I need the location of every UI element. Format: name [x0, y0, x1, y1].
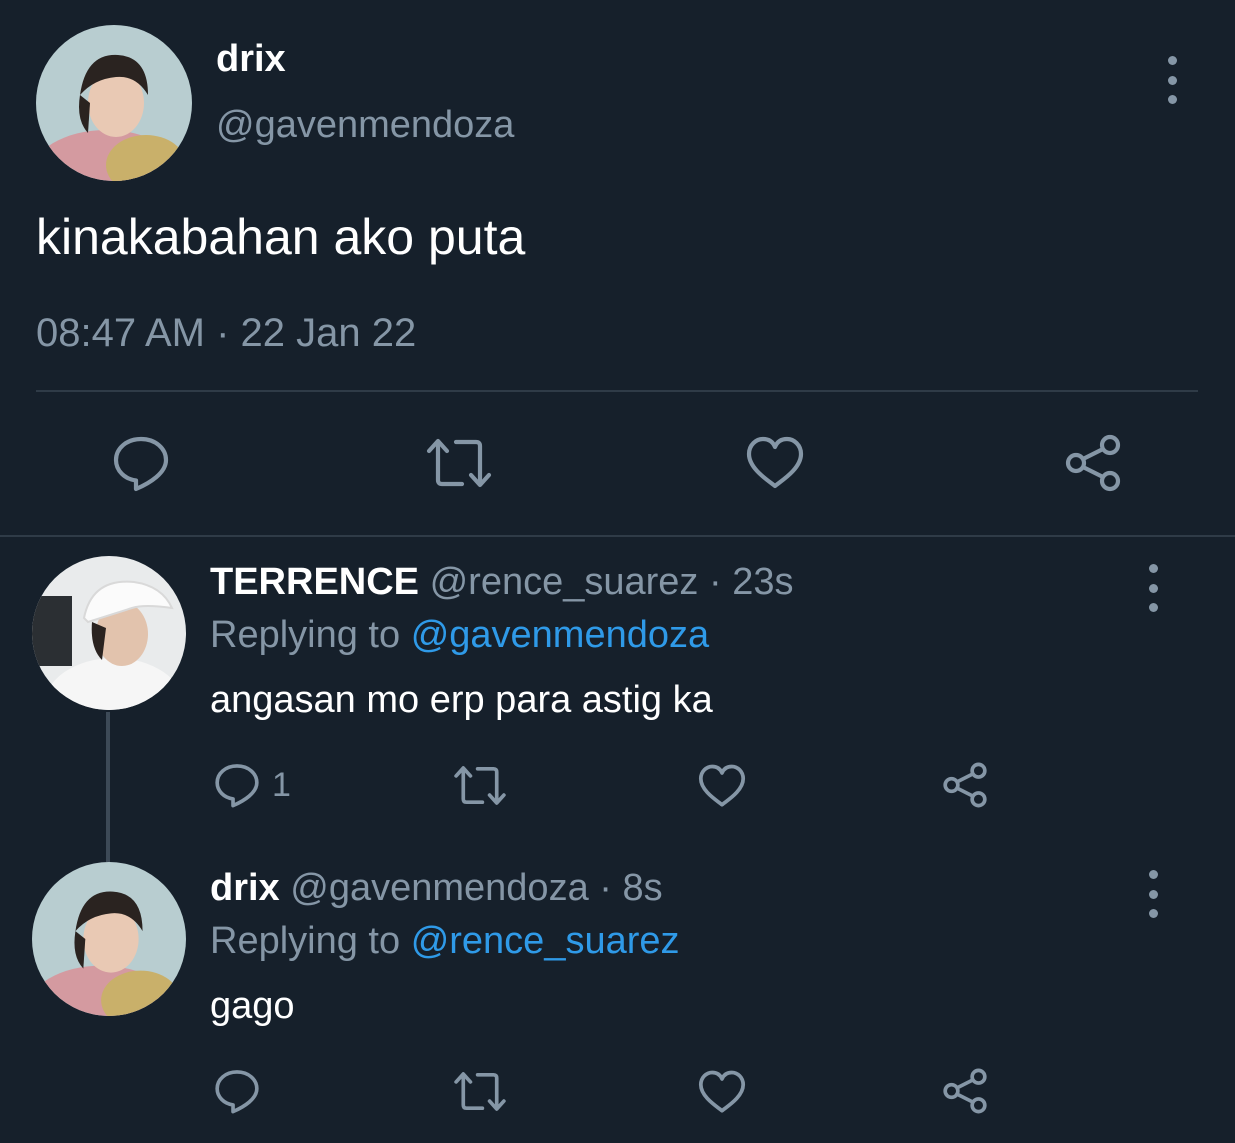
separator: · — [599, 867, 612, 909]
reply-icon[interactable] — [214, 762, 260, 808]
reply-time[interactable]: 23s — [732, 561, 793, 603]
thread-connector — [106, 712, 110, 862]
main-display-name[interactable]: drix — [216, 38, 286, 81]
reply-text: gago — [210, 985, 295, 1027]
separator: · — [708, 561, 722, 603]
share-icon[interactable] — [1064, 434, 1122, 492]
avatar-photo — [32, 862, 186, 1016]
replying-to: Replying to @rence_suarez — [210, 920, 680, 963]
reply-username[interactable]: @rence_suarez — [430, 561, 699, 603]
retweet-icon[interactable] — [424, 436, 494, 490]
reply-display-name[interactable]: drix — [210, 867, 280, 909]
avatar-photo — [36, 25, 192, 181]
reply-icon[interactable] — [214, 1068, 260, 1114]
mention-link[interactable]: @rence_suarez — [411, 920, 680, 962]
reply-header: drix @gavenmendoza · 8s — [210, 867, 663, 910]
reply-avatar[interactable] — [32, 556, 186, 710]
reply-icon[interactable] — [112, 434, 170, 492]
tweet-text: kinakabahan ako puta — [36, 209, 526, 265]
share-icon[interactable] — [942, 1068, 988, 1114]
like-icon[interactable] — [746, 436, 804, 490]
reply-avatar[interactable] — [32, 862, 186, 1016]
replying-to: Replying to @gavenmendoza — [210, 614, 709, 657]
tweet-timestamp: 08:47 AM · 22 Jan 22 — [36, 311, 417, 355]
retweet-icon[interactable] — [452, 764, 508, 807]
replying-prefix: Replying to — [210, 920, 401, 962]
more-options-icon[interactable] — [1143, 870, 1163, 918]
reply-count: 1 — [272, 766, 291, 804]
like-icon[interactable] — [698, 764, 746, 808]
reply-text: angasan mo erp para astig ka — [210, 679, 713, 721]
more-options-icon[interactable] — [1162, 56, 1182, 104]
reply-username[interactable]: @gavenmendoza — [290, 867, 588, 909]
retweet-icon[interactable] — [452, 1070, 508, 1113]
replying-prefix: Replying to — [210, 614, 401, 656]
avatar-photo — [32, 556, 186, 710]
main-username[interactable]: @gavenmendoza — [216, 104, 514, 147]
reply-header: TERRENCE @rence_suarez · 23s — [210, 561, 793, 604]
share-icon[interactable] — [942, 762, 988, 808]
main-avatar[interactable] — [36, 25, 192, 181]
like-icon[interactable] — [698, 1070, 746, 1114]
more-options-icon[interactable] — [1143, 564, 1163, 612]
divider — [0, 535, 1235, 537]
mention-link[interactable]: @gavenmendoza — [411, 614, 709, 656]
divider — [36, 390, 1198, 392]
reply-display-name[interactable]: TERRENCE — [210, 561, 419, 603]
reply-time[interactable]: 8s — [622, 867, 662, 909]
